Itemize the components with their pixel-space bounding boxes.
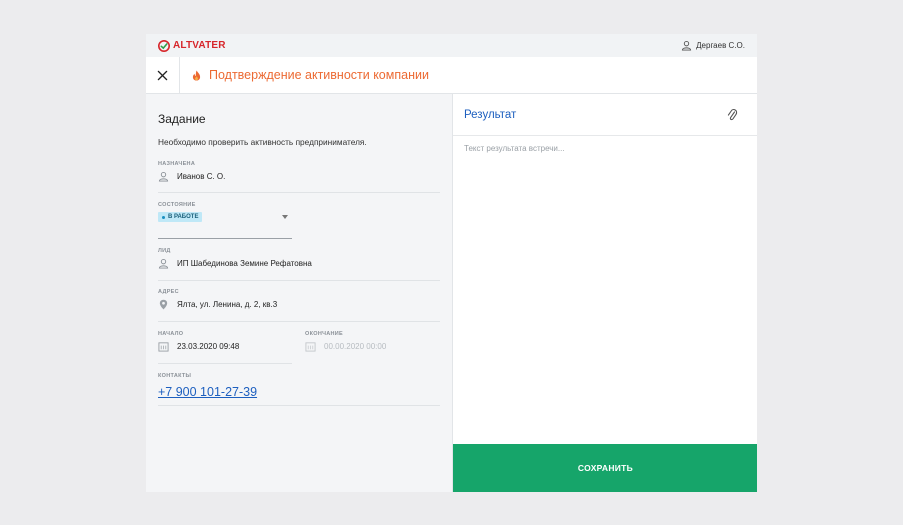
user-name: Дергаев С.О.: [696, 41, 745, 50]
calendar-icon: [158, 341, 169, 352]
app-window: ALTVATER Дергаев С.О. Подтверждение акти…: [146, 34, 757, 492]
assignee-field: НАЗНАЧЕНА Иванов С. О.: [158, 161, 440, 193]
assignee-label: НАЗНАЧЕНА: [158, 161, 196, 167]
altvater-logo-icon: [158, 39, 170, 52]
brand-name: ALTVATER: [173, 40, 226, 51]
dates-row: НАЧАЛО 23.03.2020 09:48 ОКОНЧАНИЕ 00.00.…: [158, 331, 440, 364]
task-title: Задание: [158, 112, 206, 126]
location-pin-icon: [158, 299, 169, 310]
top-bar: ALTVATER Дергаев С.О.: [146, 34, 757, 57]
user-icon: [158, 258, 169, 269]
status-dot-icon: [162, 215, 165, 219]
user-icon: [158, 171, 169, 182]
start-date-value: 23.03.2020 09:48: [177, 342, 240, 351]
flame-icon: [192, 70, 201, 81]
start-date-label: НАЧАЛО: [158, 331, 184, 337]
assignee-value: Иванов С. О.: [177, 172, 226, 181]
status-badge: В РАБОТЕ: [158, 212, 203, 222]
end-date-field[interactable]: ОКОНЧАНИЕ 00.00.2020 00:00: [305, 331, 439, 364]
user-icon: [682, 41, 692, 51]
user-menu[interactable]: Дергаев С.О.: [681, 40, 745, 51]
close-icon: [157, 70, 168, 80]
close-button[interactable]: [146, 57, 180, 93]
lead-label: ЛИД: [158, 248, 171, 254]
result-header: Результат: [453, 94, 757, 136]
address-field: АДРЕС Ялта, ул. Ленина, д. 2, кв.3: [158, 289, 440, 322]
address-value: Ялта, ул. Ленина, д. 2, кв.3: [177, 300, 278, 309]
page-title: Подтверждение активности компании: [209, 68, 429, 82]
result-panel: Результат СОХРАНИТЬ: [452, 94, 757, 492]
contacts-label: КОНТАКТЫ: [158, 373, 192, 379]
result-title: Результат: [464, 108, 517, 121]
start-date-field[interactable]: НАЧАЛО 23.03.2020 09:48: [158, 331, 292, 364]
save-button[interactable]: СОХРАНИТЬ: [453, 444, 757, 492]
task-panel: Задание Необходимо проверить активность …: [146, 94, 452, 492]
brand-logo[interactable]: ALTVATER: [158, 39, 226, 52]
lead-value: ИП Шабединова Земине Рефатовна: [177, 259, 312, 268]
contacts-field: КОНТАКТЫ +7 900 101-27-39: [158, 373, 440, 406]
status-value: В РАБОТЕ: [168, 214, 199, 220]
status-label: СОСТОЯНИЕ: [158, 202, 196, 208]
status-select[interactable]: СОСТОЯНИЕ В РАБОТЕ: [158, 202, 292, 239]
end-date-placeholder: 00.00.2020 00:00: [324, 342, 387, 351]
result-textarea[interactable]: [464, 144, 744, 384]
calendar-icon: [305, 341, 316, 352]
page-header: Подтверждение активности компании: [146, 57, 757, 94]
end-date-label: ОКОНЧАНИЕ: [305, 331, 344, 337]
chevron-down-icon[interactable]: [282, 215, 288, 219]
lead-field: ЛИД ИП Шабединова Земине Рефатовна: [158, 248, 440, 281]
screen-background: ALTVATER Дергаев С.О. Подтверждение акти…: [0, 0, 903, 525]
phone-link[interactable]: +7 900 101-27-39: [158, 385, 257, 399]
task-description: Необходимо проверить активность предприн…: [158, 137, 367, 147]
address-label: АДРЕС: [158, 289, 179, 295]
paperclip-icon[interactable]: [726, 108, 738, 122]
